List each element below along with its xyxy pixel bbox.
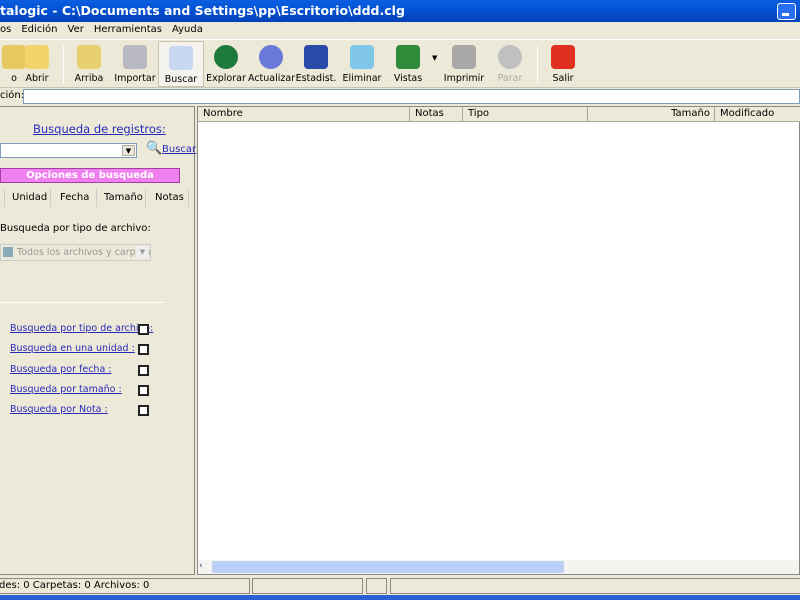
- toolbar-label: Imprimir: [443, 73, 485, 84]
- toolbar-label: Importar: [114, 73, 156, 84]
- chart-check-icon: [304, 45, 328, 69]
- filter-link[interactable]: Busqueda por fecha :: [10, 364, 112, 375]
- file-type-value: Todos los archivos y carpetas: [17, 247, 151, 258]
- stop-icon: [498, 45, 522, 69]
- recycle-bin-icon: [350, 45, 374, 69]
- status-panel-4: [390, 578, 800, 594]
- search-button[interactable]: Buscar: [162, 144, 196, 155]
- toolbar-button-buscar[interactable]: Buscar: [158, 41, 204, 87]
- filter-link[interactable]: Busqueda por Nota :: [10, 404, 108, 415]
- tab-unidad[interactable]: Unidad: [12, 192, 47, 203]
- gear-icon: [259, 45, 283, 69]
- open-folder-icon: [25, 45, 49, 69]
- taskbar: [0, 595, 800, 600]
- file-list: Nombre Notas Tipo Tamaño Modificado ‹: [197, 106, 800, 575]
- scrollbar-thumb[interactable]: [212, 561, 564, 573]
- views-dropdown-icon[interactable]: ▼: [432, 54, 437, 62]
- title-bar: talogic - C:\Documents and Settings\pp\E…: [0, 0, 800, 22]
- column-modificado[interactable]: Modificado: [715, 107, 800, 122]
- views-icon: [396, 45, 420, 69]
- toolbar-label: Explorar: [206, 73, 246, 84]
- search-title: Busqueda de registros:: [33, 122, 166, 136]
- search-panel: Busqueda de registros: ▼ 🔍 Buscar Opcion…: [0, 106, 196, 575]
- search-options-bar: Opciones de busqueda: [0, 168, 180, 183]
- folder-up-icon: [77, 45, 101, 69]
- filter-checkbox[interactable]: [138, 364, 149, 376]
- globe-icon: [214, 45, 238, 69]
- scroll-left-icon[interactable]: ‹: [199, 561, 211, 573]
- file-type-select[interactable]: Todos los archivos y carpetas ▼: [0, 244, 151, 261]
- toolbar-button-imprimir[interactable]: Imprimir: [441, 41, 487, 87]
- address-label: ción:: [0, 90, 25, 101]
- toolbar-separator: [537, 46, 538, 84]
- divider: [0, 302, 165, 303]
- toolbar-label: Eliminar: [342, 73, 382, 84]
- printer-icon: [452, 45, 476, 69]
- toolbar-button-abrir[interactable]: Abrir: [14, 41, 60, 87]
- column-nombre[interactable]: Nombre: [198, 107, 410, 122]
- menu-bar: os Edición Ver Herramientas Ayuda: [0, 22, 800, 38]
- chevron-down-icon[interactable]: ▼: [122, 145, 135, 156]
- toolbar-label: Estadist.: [295, 73, 337, 84]
- toolbar-button-explorar[interactable]: Explorar: [203, 41, 249, 87]
- menu-herramientas[interactable]: Herramientas: [89, 22, 167, 38]
- file-type-label: Busqueda por tipo de archivo:: [0, 223, 151, 234]
- address-input[interactable]: [23, 89, 800, 104]
- horizontal-scrollbar[interactable]: ‹: [198, 560, 799, 574]
- menu-edicion[interactable]: Edición: [16, 22, 62, 38]
- status-panel-2: [252, 578, 363, 594]
- filter-link[interactable]: Busqueda por tamaño :: [10, 384, 122, 395]
- window-title: talogic - C:\Documents and Settings\pp\E…: [0, 3, 405, 18]
- column-notas[interactable]: Notas: [410, 107, 463, 122]
- filter-checkbox[interactable]: [138, 384, 149, 396]
- tab-fecha[interactable]: Fecha: [60, 192, 89, 203]
- search-tabs: Unidad Fecha Tamaño Notas: [0, 189, 190, 207]
- toolbar-separator: [63, 46, 64, 84]
- import-disc-icon: [123, 45, 147, 69]
- minimize-button[interactable]: [777, 3, 796, 20]
- search-options-label: Opciones de busqueda: [26, 170, 154, 181]
- toolbar-button-importar[interactable]: Importar: [112, 41, 158, 87]
- column-tipo[interactable]: Tipo: [463, 107, 588, 122]
- chevron-down-icon: ▼: [136, 246, 149, 259]
- tab-notas[interactable]: Notas: [155, 192, 184, 203]
- magnifier-icon[interactable]: 🔍: [146, 141, 162, 156]
- toolbar-label: Vistas: [393, 73, 423, 84]
- column-tamano[interactable]: Tamaño: [588, 107, 715, 122]
- file-icon: [3, 247, 13, 257]
- search-combobox[interactable]: ▼: [0, 143, 137, 158]
- menu-archivos[interactable]: os: [0, 22, 16, 38]
- filter-link[interactable]: Busqueda en una unidad :: [10, 343, 135, 354]
- toolbar-button-eliminar[interactable]: Eliminar: [339, 41, 385, 87]
- toolbar-label: Arriba: [74, 73, 104, 84]
- status-counts: des: 0 Carpetas: 0 Archivos: 0: [0, 578, 250, 594]
- filter-link[interactable]: Busqueda por tipo de archivo:: [10, 323, 153, 334]
- filter-checkbox[interactable]: [138, 405, 149, 417]
- toolbar-label: Parar: [497, 73, 523, 84]
- toolbar-button-actualizar[interactable]: Actualizar: [248, 41, 296, 87]
- filter-checkbox[interactable]: [138, 344, 149, 356]
- filter-checkbox[interactable]: [138, 324, 149, 335]
- tab-tamano[interactable]: Tamaño: [104, 192, 143, 203]
- menu-ver[interactable]: Ver: [63, 22, 89, 38]
- toolbar-label: Abrir: [25, 73, 49, 84]
- toolbar-button-vistas[interactable]: Vistas: [385, 41, 431, 87]
- menu-ayuda[interactable]: Ayuda: [167, 22, 208, 38]
- address-bar: ción:: [0, 88, 800, 105]
- toolbar-button-arriba[interactable]: Arriba: [66, 41, 112, 87]
- toolbar-label: Salir: [552, 73, 574, 84]
- toolbar-label: Buscar: [164, 74, 198, 85]
- toolbar-button-estadist[interactable]: Estadist.: [293, 41, 339, 87]
- toolbar-button-salir[interactable]: Salir: [540, 41, 586, 87]
- status-bar: des: 0 Carpetas: 0 Archivos: 0: [0, 577, 800, 595]
- magnifier-icon: [169, 46, 193, 70]
- status-panel-3: [366, 578, 387, 594]
- toolbar-label: Actualizar: [248, 73, 296, 84]
- toolbar: o Abrir Arriba Importar Buscar Explorar Actual…: [0, 39, 800, 88]
- exit-icon: [551, 45, 575, 69]
- toolbar-button-parar[interactable]: Parar: [487, 41, 533, 87]
